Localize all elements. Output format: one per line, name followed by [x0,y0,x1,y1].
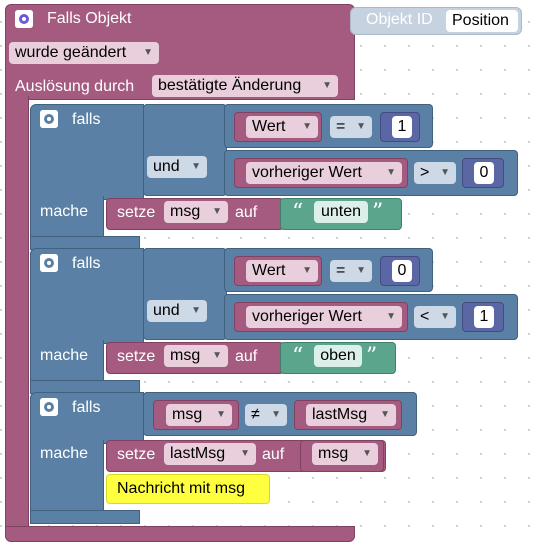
settings-gear-icon[interactable] [15,10,33,28]
logic-op-dropdown[interactable]: und ▼ [147,300,207,322]
chevron-down-icon: ▼ [362,448,372,459]
close-quote-icon: ” [366,344,378,369]
set-variable-dropdown[interactable]: msg ▼ [164,201,228,223]
compare-op-dropdown[interactable]: > ▼ [414,162,456,184]
variable-dropdown[interactable]: vorheriger Wert ▼ [246,162,402,184]
chevron-down-icon: ▼ [440,311,450,322]
chevron-down-icon: ▼ [356,121,366,132]
compare-op-label: > [420,164,430,181]
text-field[interactable]: unten [314,201,368,223]
number-field[interactable]: 1 [474,306,494,328]
variable-label: msg [172,406,203,423]
if-label: falls [72,111,101,128]
variable-label: vorheriger Wert [252,164,362,181]
chevron-down-icon: ▼ [302,265,312,276]
chevron-down-icon: ▼ [386,311,396,322]
chevron-down-icon: ▼ [191,161,201,172]
variable-label: lastMsg [312,406,368,423]
compare-op-label: < [420,308,430,325]
settings-gear-icon[interactable] [40,254,58,272]
compare-op-label: = [336,262,346,279]
to-label: auf [235,204,258,221]
compare-op-label: ≠ [251,406,260,423]
chevron-down-icon: ▼ [191,305,201,316]
to-label: auf [262,446,285,463]
logic-op-dropdown[interactable]: und ▼ [147,156,207,178]
settings-gear-icon[interactable] [40,110,58,128]
chevron-down-icon: ▼ [356,265,366,276]
chevron-down-icon: ▼ [440,167,450,178]
if-label: falls [72,399,101,416]
chevron-down-icon: ▼ [143,47,153,58]
compare-op-dropdown[interactable]: = ▼ [330,260,372,282]
chevron-down-icon: ▼ [322,80,332,91]
variable-dropdown[interactable]: vorheriger Wert ▼ [246,306,402,328]
number-field[interactable]: 1 [392,116,412,138]
set-variable-label: lastMsg [170,445,226,462]
set-variable-label: msg [170,203,201,220]
logic-op-label: und [153,158,180,175]
chevron-down-icon: ▼ [212,350,222,361]
trigger-dropdown-label: bestätigte Änderung [158,77,302,94]
logic-and-block-1[interactable] [143,104,227,196]
variable-dropdown[interactable]: Wert ▼ [246,116,318,138]
variable-dropdown[interactable]: lastMsg ▼ [306,404,396,426]
settings-gear-icon[interactable] [40,398,58,416]
variable-label: msg [318,445,349,462]
compare-op-dropdown[interactable]: < ▼ [414,306,456,328]
chevron-down-icon: ▼ [386,167,396,178]
chevron-down-icon: ▼ [271,409,281,420]
comment-text[interactable]: Nachricht mit msg [117,480,245,498]
compare-op-label: = [336,118,346,135]
variable-label: vorheriger Wert [252,308,362,325]
changed-dropdown[interactable]: wurde geändert ▼ [9,42,159,64]
logic-op-label: und [153,302,180,319]
variable-label: Wert [252,118,286,135]
number-field[interactable]: 0 [392,260,412,282]
variable-dropdown[interactable]: Wert ▼ [246,260,318,282]
event-block-left-bar [5,96,29,528]
close-quote-icon: ” [372,200,384,225]
variable-label: Wert [252,262,286,279]
chevron-down-icon: ▼ [212,206,222,217]
object-id-field[interactable]: Position [446,10,518,32]
compare-op-dropdown[interactable]: = ▼ [330,116,372,138]
set-variable-dropdown[interactable]: msg ▼ [164,345,228,367]
set-variable-dropdown[interactable]: lastMsg ▼ [164,443,256,465]
trigger-dropdown[interactable]: bestätigte Änderung ▼ [152,75,338,97]
number-field[interactable]: 0 [474,162,494,184]
changed-dropdown-label: wurde geändert [15,44,127,61]
variable-dropdown[interactable]: msg ▼ [166,404,232,426]
chevron-down-icon: ▼ [216,409,226,420]
variable-dropdown[interactable]: msg ▼ [312,443,378,465]
chevron-down-icon: ▼ [302,121,312,132]
set-variable-label: msg [170,347,201,364]
compare-op-dropdown[interactable]: ≠ ▼ [245,404,287,426]
if-label: falls [72,255,101,272]
set-label: setze [117,446,156,463]
object-id-label: Objekt ID [366,11,433,28]
event-block-footer [5,526,355,542]
event-title: Falls Objekt [47,10,132,27]
do-label: mache [40,203,89,220]
if-block-3-footer [30,510,140,524]
text-field[interactable]: oben [314,345,362,367]
open-quote-icon: “ [292,344,304,369]
trigger-label: Auslösung durch [15,78,135,95]
do-label: mache [40,347,89,364]
open-quote-icon: “ [292,200,304,225]
logic-and-block-2[interactable] [143,248,227,340]
to-label: auf [235,348,258,365]
set-label: setze [117,204,156,221]
chevron-down-icon: ▼ [380,409,390,420]
set-label: setze [117,348,156,365]
chevron-down-icon: ▼ [240,448,250,459]
do-label: mache [40,445,89,462]
